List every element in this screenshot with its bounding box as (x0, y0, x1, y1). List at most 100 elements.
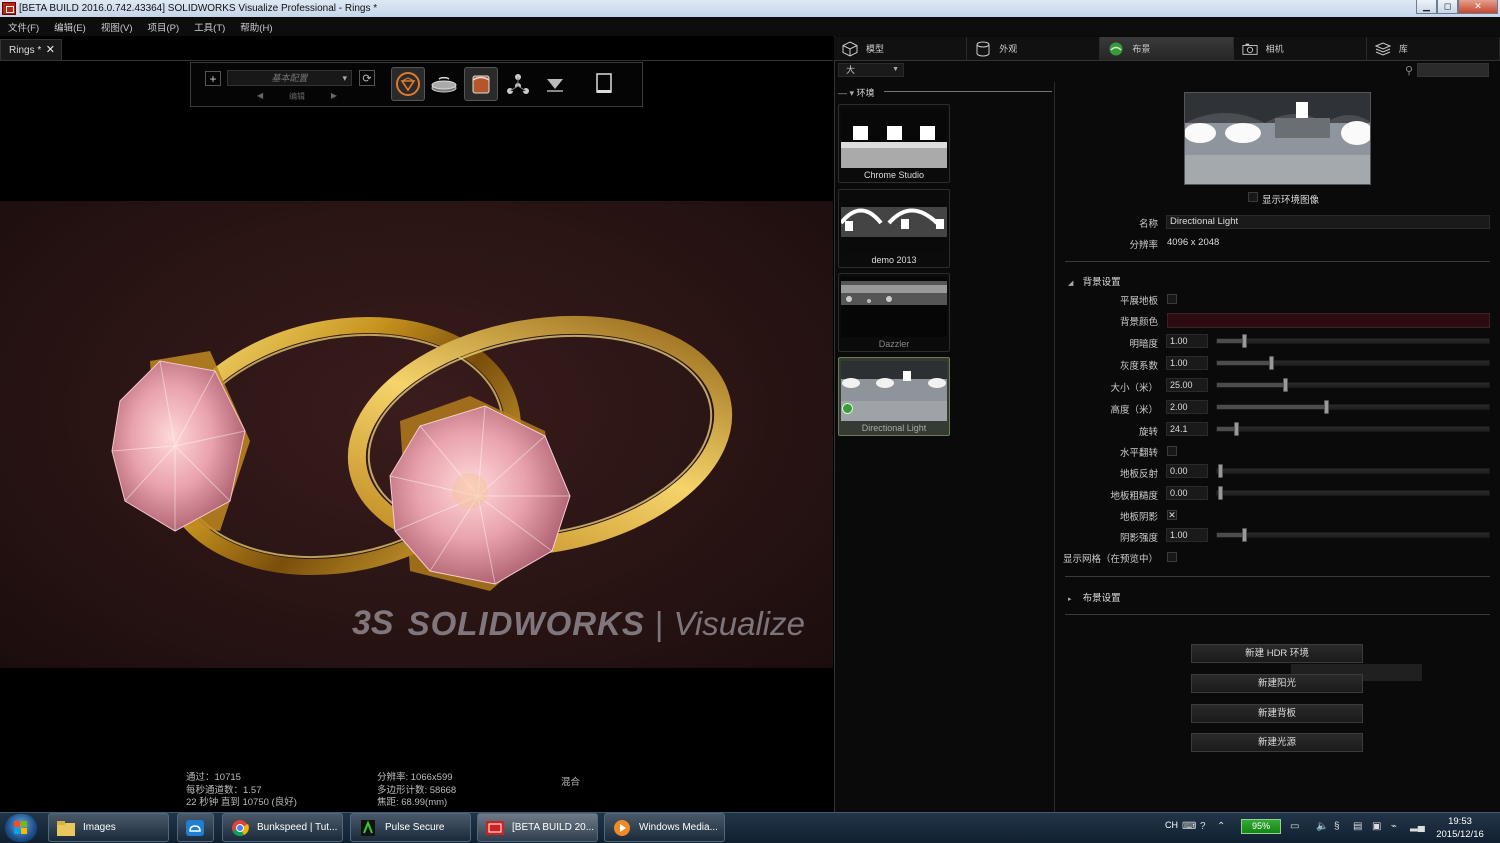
tab-camera[interactable]: 相机 (1234, 37, 1367, 60)
refresh-icon[interactable]: ⟳ (359, 70, 375, 86)
tab-scene[interactable]: 布景 (1100, 37, 1234, 60)
floor-roughness-field[interactable]: 0.00 (1166, 486, 1208, 500)
close-button[interactable]: ✕ (1458, 0, 1498, 14)
floor-roughness-slider[interactable] (1216, 486, 1490, 500)
slider-handle[interactable] (1269, 356, 1275, 370)
height-field[interactable]: 2.00 (1166, 400, 1208, 414)
new-backplate-button[interactable]: 新建背板 (1191, 704, 1363, 723)
menu-view[interactable]: 视图(V) (101, 20, 133, 34)
document-tab[interactable]: Rings * ✕ (0, 39, 62, 60)
shadow-strength-field[interactable]: 1.00 (1166, 528, 1208, 542)
slider-handle[interactable] (1217, 464, 1223, 478)
turntable-icon[interactable] (427, 67, 461, 101)
wifi-signal-icon[interactable]: ▂▄ (1410, 821, 1425, 832)
volume-icon[interactable]: 🔈 (1316, 821, 1328, 832)
next-arrow-icon[interactable]: ▶ (331, 91, 337, 103)
layout-settings-section[interactable]: ▸ 布景设置 (1068, 590, 1121, 604)
taskbar-item-chrome[interactable]: Bunkspeed | Tut... (222, 813, 343, 842)
background-settings-section[interactable]: ◢ 背景设置 (1068, 274, 1121, 288)
start-button[interactable] (5, 814, 37, 842)
environment-section-header[interactable]: — ▾ 环境 (838, 86, 1052, 98)
new-hdr-environment-button[interactable]: 新建 HDR 环境 (1191, 644, 1363, 663)
close-tab-icon[interactable]: ✕ (46, 43, 55, 56)
size-field[interactable]: 25.00 (1166, 378, 1208, 392)
battery-indicator[interactable]: 95% (1241, 819, 1281, 834)
background-color-swatch[interactable] (1167, 313, 1490, 328)
env-thumb-chrome-studio[interactable]: Chrome Studio (838, 104, 950, 183)
slider-handle[interactable] (1323, 400, 1329, 414)
tray-arrow-icon[interactable]: ⌃ (1217, 821, 1225, 832)
rotation-slider[interactable] (1216, 422, 1490, 436)
light-nodes-icon[interactable] (501, 67, 535, 101)
env-thumb-dazzler[interactable]: Dazzler (838, 273, 950, 352)
menu-edit[interactable]: 编辑(E) (54, 20, 86, 34)
search-input[interactable] (1417, 63, 1490, 77)
configuration-select[interactable]: 基本配置 ▾ (227, 70, 352, 86)
maximize-button[interactable]: ◻ (1437, 0, 1458, 14)
taskbar-item-media[interactable]: Windows Media... (604, 813, 725, 842)
rotation-field[interactable]: 24.1 (1166, 422, 1208, 436)
solidworks-watermark: 3S SOLIDWORKS | Visualize (352, 604, 805, 643)
taskbar-item-images[interactable]: Images (48, 813, 169, 842)
brightness-slider[interactable] (1216, 334, 1490, 348)
slider-handle[interactable] (1234, 422, 1240, 436)
power-icon[interactable]: ⌁ (1391, 821, 1397, 832)
render-image[interactable] (0, 201, 833, 668)
menu-project[interactable]: 项目(P) (147, 20, 179, 34)
show-env-image-checkbox[interactable] (1248, 192, 1258, 202)
menu-tools[interactable]: 工具(T) (194, 20, 225, 34)
floor-reflection-field[interactable]: 0.00 (1166, 464, 1208, 478)
tab-model-label: 模型 (866, 44, 885, 54)
menu-help[interactable]: 帮助(H) (240, 20, 272, 34)
cylinder-icon (975, 41, 991, 57)
help-icon[interactable]: ? (1200, 821, 1206, 832)
brightness-field[interactable]: 1.00 (1166, 334, 1208, 348)
new-light-button[interactable]: 新建光源 (1191, 733, 1363, 752)
display-icon[interactable]: ▣ (1372, 821, 1381, 832)
add-configuration-button[interactable]: + (205, 71, 221, 86)
app-icon (2, 2, 16, 15)
edit-label[interactable]: 编辑 (289, 91, 305, 103)
name-label: 名称 (1138, 219, 1158, 230)
tab-library[interactable]: 库 (1367, 37, 1500, 60)
action-center-icon[interactable]: ▤ (1353, 821, 1362, 832)
render-mode-icon[interactable] (391, 67, 425, 101)
name-field[interactable]: Directional Light (1166, 215, 1490, 229)
show-grid-checkbox[interactable] (1167, 552, 1177, 562)
slider-handle[interactable] (1283, 378, 1288, 392)
thumbnail-size-select[interactable]: 大 ▼ (838, 63, 904, 77)
minimize-button[interactable]: ▁ (1416, 0, 1437, 14)
sync-icon[interactable]: § (1334, 821, 1340, 832)
floor-reflection-slider[interactable] (1216, 464, 1490, 478)
env-thumb-demo-2013[interactable]: demo 2013 (838, 189, 950, 268)
keyboard-icon[interactable]: ⌨ (1182, 821, 1196, 832)
slider-handle[interactable] (1217, 486, 1223, 500)
frame-icon[interactable] (587, 67, 621, 101)
size-slider[interactable] (1216, 378, 1490, 392)
new-sun-button[interactable]: 新建阳光 (1191, 674, 1363, 693)
environment-icon[interactable] (464, 67, 498, 101)
language-indicator[interactable]: CH (1165, 820, 1178, 830)
height-slider[interactable] (1216, 400, 1490, 414)
taskbar-item-pulse[interactable]: Pulse Secure (350, 813, 471, 842)
slider-handle[interactable] (1242, 334, 1248, 348)
system-clock[interactable]: 19:53 2015/12/16 (1430, 815, 1490, 841)
menu-file[interactable]: 文件(F) (8, 20, 39, 34)
search-area: ⚲ (1405, 63, 1490, 77)
shadow-strength-slider[interactable] (1216, 528, 1490, 542)
prev-arrow-icon[interactable]: ◀ (257, 91, 263, 103)
taskbar-item-label: Windows Media... (639, 822, 718, 833)
slider-handle[interactable] (1242, 528, 1248, 542)
network-drive-icon[interactable]: ▭ (1290, 821, 1299, 832)
gamma-slider[interactable] (1216, 356, 1490, 370)
env-thumb-directional-light[interactable]: Directional Light (838, 357, 950, 436)
drop-to-floor-icon[interactable] (538, 67, 572, 101)
taskbar-item-visualize[interactable]: [BETA BUILD 20... (477, 813, 598, 842)
taskbar-item-cloud[interactable] (177, 813, 214, 842)
horizontal-flip-checkbox[interactable] (1167, 446, 1177, 456)
flat-floor-checkbox[interactable] (1167, 294, 1177, 304)
tab-model[interactable]: 模型 (834, 37, 968, 60)
floor-shadow-checkbox[interactable]: ✕ (1167, 510, 1177, 520)
tab-appearance[interactable]: 外观 (967, 37, 1101, 60)
gamma-field[interactable]: 1.00 (1166, 356, 1208, 370)
